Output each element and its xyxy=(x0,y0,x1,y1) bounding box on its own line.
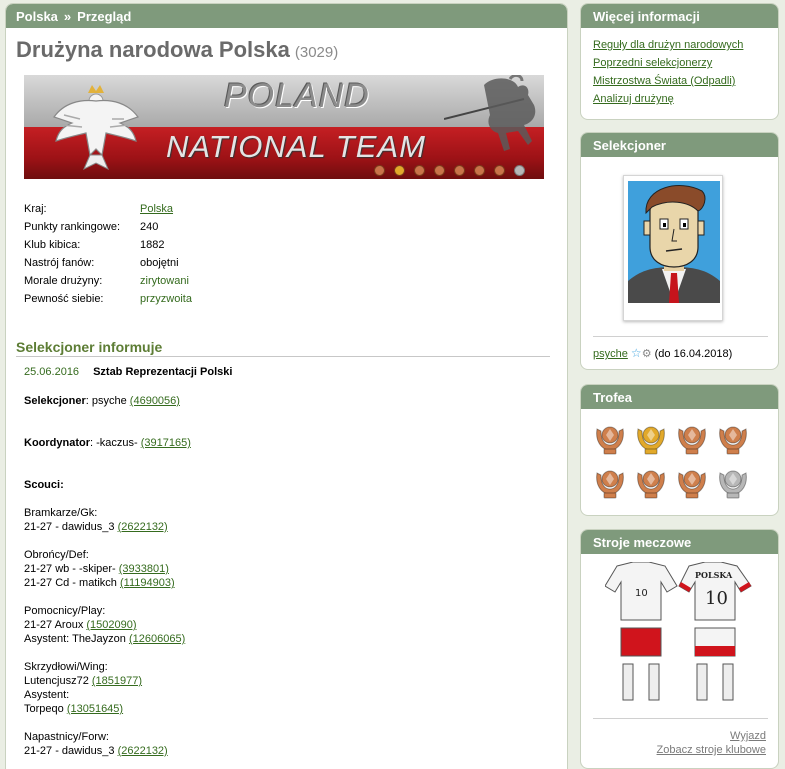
link-world-cup[interactable]: Mistrzostwa Świata (Odpadli) xyxy=(593,75,735,87)
post-body: Selekcjoner: psyche (4690056) Koordynato… xyxy=(24,395,191,757)
settings-icon: ⚙ xyxy=(641,348,652,360)
trophy-list xyxy=(593,421,773,509)
info-row: Nastrój fanów: obojętni xyxy=(24,257,179,269)
match-kits-image: 10 POLSKA 10 xyxy=(605,562,752,701)
info-row: Morale drużyny: zirytowani xyxy=(24,275,189,287)
bronze-trophy-icon[interactable] xyxy=(716,421,750,455)
bronze-trophy-icon[interactable] xyxy=(675,465,709,499)
kits-panel: Stroje meczowe 10 POLSKA 10 Wyjazd Zobac… xyxy=(580,529,779,769)
user-id-link[interactable]: (1502090) xyxy=(86,619,136,631)
post-author: Sztab Reprezentacji Polski xyxy=(93,366,233,378)
banner-line1: POLAND xyxy=(224,77,370,115)
country-link[interactable]: Polska xyxy=(140,203,173,221)
coach-until: (do 16.04.2018) xyxy=(654,348,733,360)
bronze-trophy-icon[interactable] xyxy=(593,421,627,455)
gold-trophy-icon[interactable] xyxy=(634,421,668,455)
team-banner: POLAND NATIONAL TEAM xyxy=(24,75,544,179)
more-info-title: Więcej informacji xyxy=(581,4,778,28)
coach-avatar[interactable] xyxy=(623,175,723,321)
team-id: (3029) xyxy=(294,44,339,61)
svg-text:10: 10 xyxy=(635,588,648,599)
away-kit-link[interactable]: Wyjazd xyxy=(730,730,766,742)
info-row: Kraj: Polska xyxy=(24,203,192,221)
coach-title: Selekcjoner xyxy=(581,133,778,157)
banner-medals xyxy=(374,165,534,179)
main-panel: Polska» Przegląd Drużyna narodowa Polska(… xyxy=(5,3,568,769)
home-shirt-icon: 10 xyxy=(605,562,678,621)
link-analyze-team[interactable]: Analizuj drużynę xyxy=(593,93,674,105)
star-icon: ☆ xyxy=(630,346,642,360)
coach-info: psyche ☆⚙ (do 16.04.2018) xyxy=(593,346,732,360)
coach-face-image xyxy=(628,181,720,303)
bronze-trophy-icon[interactable] xyxy=(675,421,709,455)
bronze-trophy-icon[interactable] xyxy=(634,465,668,499)
info-row: Pewność siebie: przyzwoita xyxy=(24,293,192,305)
more-info-panel: Więcej informacji Reguły dla drużyn naro… xyxy=(580,3,779,120)
polish-eagle-icon xyxy=(53,85,139,171)
link-previous-coaches[interactable]: Poprzedni selekcjonerzy xyxy=(593,57,712,69)
user-id-link[interactable]: (12606065) xyxy=(129,633,185,645)
user-id-link[interactable]: (2622132) xyxy=(118,521,168,533)
announcements-title: Selekcjoner informuje xyxy=(16,339,550,357)
info-row: Klub kibica: 1882 xyxy=(24,239,165,251)
trophies-panel: Trofea xyxy=(580,384,779,516)
breadcrumb-separator: » xyxy=(63,9,72,24)
kits-title: Stroje meczowe xyxy=(581,530,778,554)
coach-panel: Selekcjoner psyche ☆⚙ (do 16.04.2018) xyxy=(580,132,779,370)
banner-line2: NATIONAL TEAM xyxy=(166,129,426,164)
hussar-rider-icon xyxy=(444,75,536,151)
silver-trophy-icon[interactable] xyxy=(716,465,750,499)
trophies-title: Trofea xyxy=(581,385,778,409)
user-id-link[interactable]: (13051645) xyxy=(67,703,123,715)
svg-text:10: 10 xyxy=(705,588,728,609)
team-info-table: Kraj: Polska Punkty rankingowe: 240 Klub k… xyxy=(24,203,192,311)
user-id-link[interactable]: (4690056) xyxy=(130,395,180,407)
user-id-link[interactable]: (11194903) xyxy=(120,577,175,589)
breadcrumb-current[interactable]: Przegląd xyxy=(77,9,131,24)
user-id-link[interactable]: (3933801) xyxy=(119,563,169,575)
svg-text:POLSKA: POLSKA xyxy=(695,570,733,580)
user-id-link[interactable]: (1851977) xyxy=(92,675,142,687)
bronze-trophy-icon[interactable] xyxy=(593,465,627,499)
team-name: Drużyna narodowa Polska xyxy=(16,37,290,62)
breadcrumb: Polska » Przegląd xyxy=(6,4,567,28)
info-row: Punkty rankingowe: 240 xyxy=(24,221,159,233)
coach-name-link[interactable]: psyche xyxy=(593,348,628,360)
page-title: Drużyna narodowa Polska (3029) xyxy=(16,37,338,63)
announcement-post: 25.06.2016 Sztab Reprezentacji Polski Sel… xyxy=(24,366,544,758)
breadcrumb-country[interactable]: Polska xyxy=(16,9,58,24)
link-national-rules[interactable]: Reguły dla drużyn narodowych xyxy=(593,39,743,51)
post-date: 25.06.2016 xyxy=(24,366,80,378)
user-id-link[interactable]: (2622132) xyxy=(118,745,168,757)
club-kits-link[interactable]: Zobacz stroje klubowe xyxy=(657,744,766,756)
away-shirt-icon: POLSKA 10 xyxy=(678,562,752,621)
user-id-link[interactable]: (3917165) xyxy=(141,437,191,449)
